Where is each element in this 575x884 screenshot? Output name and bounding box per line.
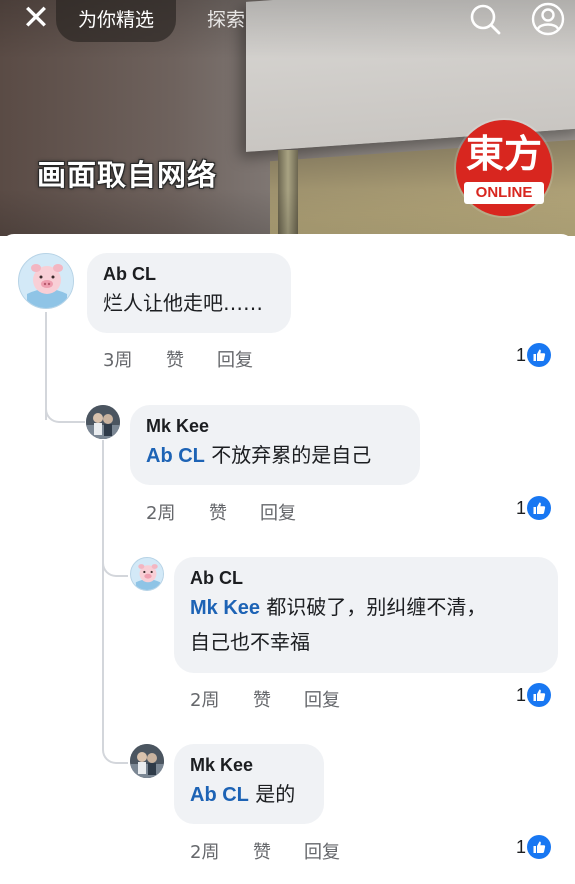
- user-photo-icon: [86, 405, 120, 439]
- oriental-online-logo: 東方 ONLINE: [456, 120, 552, 216]
- logo-mark: 東方: [465, 131, 542, 176]
- comment-time[interactable]: 2周: [190, 841, 219, 865]
- comment-bubble[interactable]: Mk Kee Ab CL 不放弃累的是自己: [130, 405, 420, 485]
- like-button[interactable]: 赞: [209, 502, 227, 526]
- reply-button[interactable]: 回复: [304, 689, 340, 713]
- comment-time[interactable]: 2周: [146, 502, 175, 526]
- avatar[interactable]: [86, 405, 120, 439]
- comment-text-body: 是的: [255, 782, 296, 806]
- thumbs-up-icon: [527, 835, 551, 859]
- comment-time[interactable]: 2周: [190, 689, 219, 713]
- comment-text-body: 不放弃累的是自己: [211, 443, 372, 467]
- tab-for-you-label: 为你精选: [77, 9, 154, 31]
- comment-time[interactable]: 3周: [103, 349, 132, 373]
- avatar[interactable]: [130, 557, 164, 591]
- like-button[interactable]: 赞: [253, 689, 271, 713]
- comment-bubble[interactable]: Ab CL 烂人让他走吧……: [87, 253, 291, 333]
- comment-author[interactable]: Mk Kee: [190, 753, 308, 777]
- reaction-count[interactable]: 1: [516, 683, 556, 707]
- reaction-number: 1: [516, 345, 527, 365]
- avatar[interactable]: [18, 253, 74, 309]
- close-button[interactable]: ✕: [18, 0, 54, 38]
- pig-avatar-icon: [19, 254, 73, 308]
- comment-text-line2: 自己也不幸福: [190, 630, 310, 654]
- comment-author[interactable]: Mk Kee: [146, 414, 404, 438]
- reply-button[interactable]: 回复: [304, 841, 340, 865]
- reply-button[interactable]: 回复: [217, 349, 253, 373]
- comment-text: Ab CL 是的: [190, 777, 308, 812]
- thread-connector: [45, 396, 85, 423]
- reaction-number: 1: [516, 837, 527, 857]
- close-icon: ✕: [21, 0, 51, 38]
- mention-link[interactable]: Mk Kee: [190, 597, 260, 619]
- thumbs-up-icon: [527, 496, 551, 520]
- comment-author[interactable]: Ab CL: [103, 262, 275, 286]
- comment-bubble[interactable]: Ab CL Mk Kee 都识破了，别纠缠不清， 自己也不幸福: [174, 557, 558, 673]
- reaction-count[interactable]: 1: [516, 835, 556, 859]
- like-button[interactable]: 赞: [253, 841, 271, 865]
- reaction-count[interactable]: 1: [516, 496, 556, 520]
- comment-text-body: 都识破了，别纠缠不清，: [266, 595, 487, 619]
- search-icon: [470, 4, 501, 35]
- logo-word: ONLINE: [464, 182, 544, 204]
- comment-bubble[interactable]: Mk Kee Ab CL 是的: [174, 744, 324, 824]
- reply-button[interactable]: 回复: [260, 502, 296, 526]
- profile-icon: [531, 2, 565, 36]
- tab-explore[interactable]: 探索: [207, 6, 245, 36]
- profile-button[interactable]: [531, 2, 565, 36]
- video-caption: 画面取自网络: [37, 158, 218, 192]
- reaction-number: 1: [516, 685, 527, 705]
- comment-text: Ab CL 不放弃累的是自己: [146, 438, 404, 473]
- tab-explore-label: 探索: [207, 9, 246, 31]
- tab-for-you[interactable]: 为你精选: [56, 0, 176, 42]
- mention-link[interactable]: Ab CL: [190, 784, 249, 806]
- thread-line: [102, 440, 104, 740]
- user-photo-icon: [130, 744, 164, 778]
- like-button[interactable]: 赞: [166, 349, 184, 373]
- comment-author[interactable]: Ab CL: [190, 566, 542, 590]
- comment-text: Mk Kee 都识破了，别纠缠不清，: [190, 590, 542, 625]
- reaction-number: 1: [516, 498, 527, 518]
- search-button[interactable]: [468, 2, 502, 36]
- video-player[interactable]: ✕ 为你精选 探索 画面取自网络 東方 ONLINE: [0, 0, 575, 236]
- thumbs-up-icon: [527, 683, 551, 707]
- reaction-count[interactable]: 1: [516, 343, 556, 367]
- mention-link[interactable]: Ab CL: [146, 445, 205, 467]
- comment-text: 烂人让他走吧……: [103, 291, 263, 315]
- thumbs-up-icon: [527, 343, 551, 367]
- thread-connector: [102, 740, 128, 764]
- avatar[interactable]: [130, 744, 164, 778]
